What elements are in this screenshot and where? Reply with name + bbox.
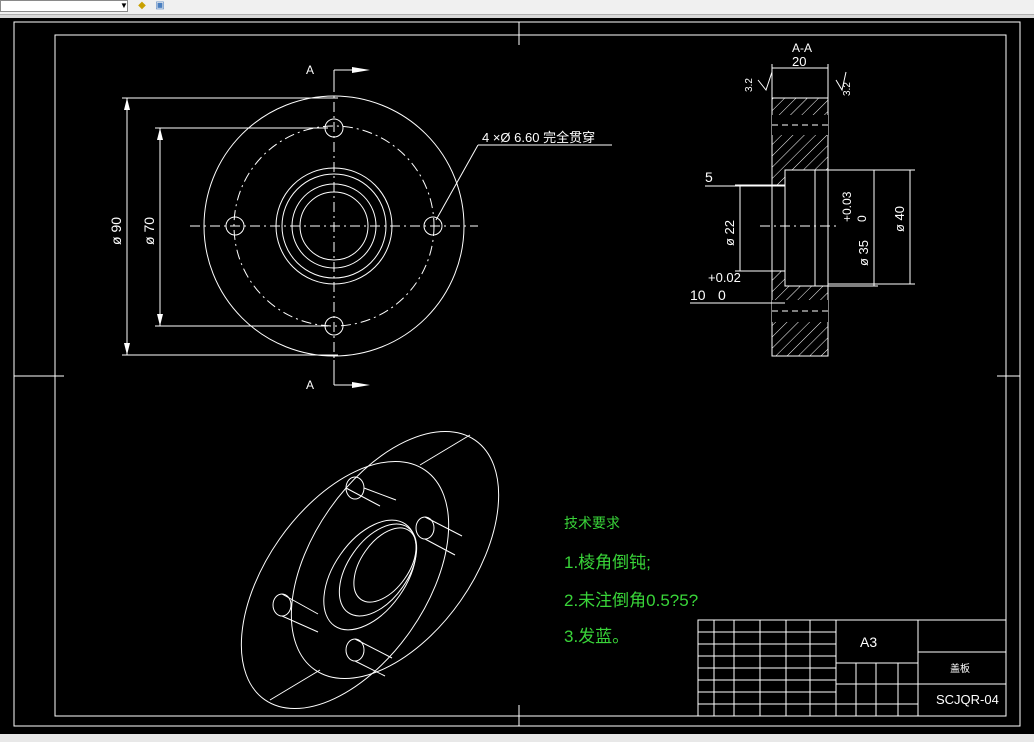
layers-stack-icon[interactable]: ▣ bbox=[152, 0, 168, 12]
toolbar: ▼ ◆ ▣ bbox=[0, 0, 1034, 15]
tol-upper-002: +0.02 bbox=[708, 270, 741, 285]
dim-5: 5 bbox=[705, 169, 713, 185]
tol-upper-003: +0.03 bbox=[840, 191, 854, 222]
front-view: A A 4 ×Ø 6.60 完全贯穿 ø 90 ø 70 bbox=[108, 63, 612, 392]
status-bar bbox=[0, 734, 1034, 742]
tech-item-1: 1.棱角倒钝; bbox=[564, 553, 651, 572]
drawing-canvas[interactable]: A A 4 ×Ø 6.60 完全贯穿 ø 90 ø 70 A-A 20 3.2 … bbox=[0, 18, 1034, 734]
dim-d90: ø 90 bbox=[108, 217, 124, 245]
layer-combo[interactable] bbox=[0, 0, 128, 12]
hole-note: 4 ×Ø 6.60 完全贯穿 bbox=[482, 130, 595, 145]
drawing-number: SCJQR-04 bbox=[936, 692, 999, 707]
dim-d70: ø 70 bbox=[141, 217, 157, 245]
tech-item-3: 3.发蓝。 bbox=[564, 627, 629, 646]
chevron-down-icon[interactable]: ▼ bbox=[120, 0, 128, 12]
sheet-size: A3 bbox=[860, 634, 877, 650]
isometric-view bbox=[240, 430, 500, 710]
section-label-bottom: A bbox=[306, 378, 314, 392]
tech-requirements: 技术要求 1.棱角倒钝; 2.未注倒角0.5?5? 3.发蓝。 bbox=[564, 515, 698, 646]
dim-d35: ø 35 bbox=[856, 240, 871, 266]
part-name: 盖板 bbox=[950, 662, 970, 675]
dim-d40: ø 40 bbox=[892, 206, 907, 232]
tech-item-2: 2.未注倒角0.5?5? bbox=[564, 591, 698, 610]
dim-20: 20 bbox=[792, 54, 806, 69]
section-view: A-A 20 3.2 3.2 5 ø 22 ø 35 +0.03 0 ø 40 … bbox=[690, 41, 915, 357]
section-label-top: A bbox=[306, 63, 314, 77]
tol-lower-0-a: 0 bbox=[855, 215, 869, 222]
dim-d22: ø 22 bbox=[722, 220, 737, 246]
section-title: A-A bbox=[792, 41, 812, 55]
layer-icon[interactable]: ◆ bbox=[134, 0, 150, 12]
title-block: A3 盖板 SCJQR-04 bbox=[697, 619, 1007, 717]
dim-10: 10 bbox=[690, 287, 706, 303]
tech-title: 技术要求 bbox=[564, 515, 620, 531]
roughness-left: 3.2 bbox=[744, 78, 755, 92]
tol-lower-0-b: 0 bbox=[718, 287, 726, 303]
